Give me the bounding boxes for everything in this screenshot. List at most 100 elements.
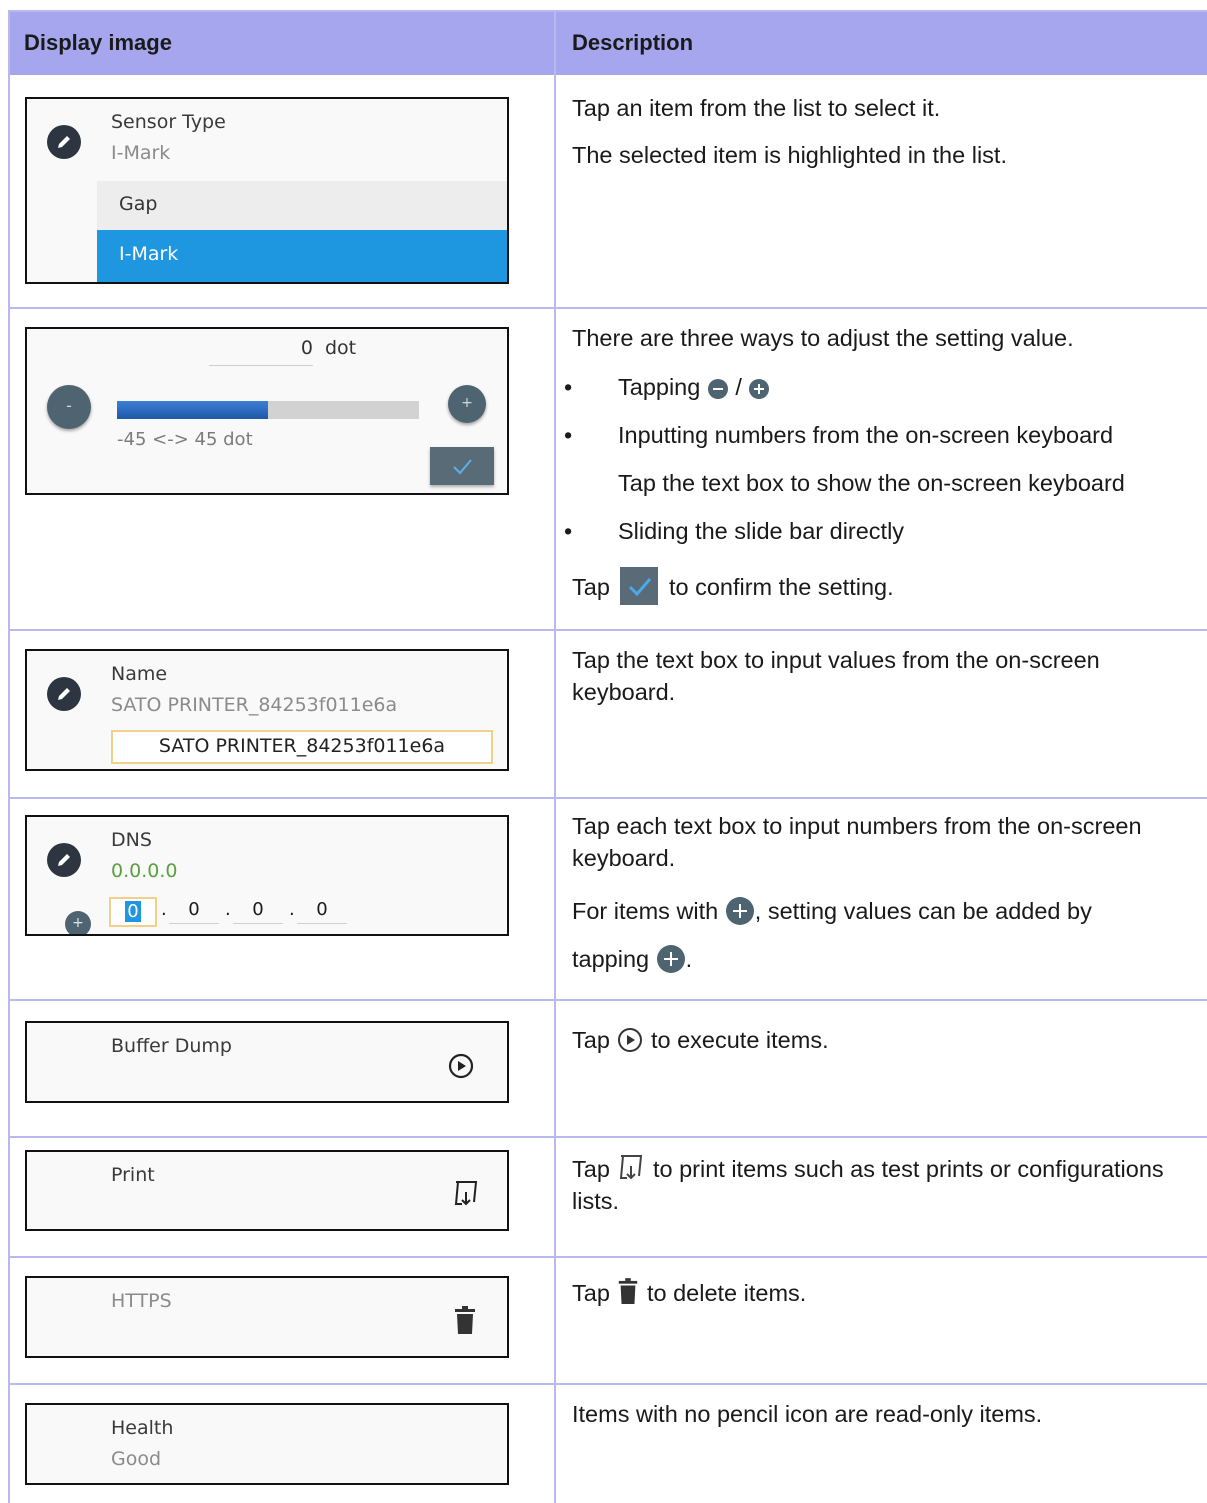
description: There are three ways to adjust the setti… <box>572 322 1202 354</box>
description: For items with , setting values can be a… <box>572 895 1202 927</box>
bullet: • <box>564 518 573 544</box>
description-text: to execute items. <box>650 1027 829 1053</box>
check-icon <box>620 566 659 605</box>
row-divider <box>8 797 1207 799</box>
description: Tap the text box to input values from th… <box>572 644 1202 708</box>
row-divider <box>8 1136 1207 1138</box>
description: Tap to execute items. <box>572 1024 1202 1056</box>
description: The selected item is highlighted in the … <box>572 139 1202 171</box>
description: Tap an item from the list to select it. <box>572 92 1202 124</box>
range-label: -45 <-> 45 dot <box>117 429 253 450</box>
bullet: • <box>564 422 573 448</box>
setting-title: Print <box>111 1164 155 1186</box>
plus-icon <box>749 378 770 399</box>
octet-value: 0 <box>125 901 141 922</box>
pencil-icon <box>47 843 81 877</box>
ip-input-screenshot: DNS 0.0.0.0 + 0 . 0 . 0 . 0 <box>25 815 509 936</box>
description-line: The selected item is highlighted in the … <box>572 142 1007 168</box>
description: Items with no pencil icon are read-only … <box>572 1398 1202 1430</box>
value-input[interactable]: 0 <box>209 337 313 366</box>
row-divider <box>8 1256 1207 1258</box>
list-option-gap[interactable]: Gap <box>97 181 507 230</box>
description: Tap each text box to input numbers from … <box>572 810 1172 874</box>
setting-value: 0.0.0.0 <box>111 860 178 882</box>
dot-separator: . <box>289 899 295 920</box>
confirm-button[interactable] <box>430 447 494 485</box>
setting-title: Sensor Type <box>111 111 226 133</box>
bullet-item: Inputting numbers from the on-screen key… <box>618 422 1114 448</box>
header-description: Description <box>572 30 694 55</box>
row-divider <box>8 629 1207 631</box>
description-line: Tap the text box to input values from th… <box>572 647 1100 705</box>
setting-value: Good <box>111 1448 162 1470</box>
plus-button[interactable]: + <box>448 385 486 423</box>
bullet-item: Sliding the slide bar directly <box>618 518 905 544</box>
separator: / <box>735 374 742 400</box>
text-input-box[interactable]: SATO PRINTER_84253f011e6a <box>111 730 493 764</box>
minus-icon: - <box>66 396 72 415</box>
play-circle-icon[interactable] <box>448 1053 474 1079</box>
grid-middle <box>554 10 556 1503</box>
plus-icon: + <box>461 395 473 411</box>
bullet: • <box>564 374 573 400</box>
pencil-icon <box>47 677 81 711</box>
description-text: Tap <box>572 574 610 600</box>
setting-title: Name <box>111 663 168 685</box>
grid-left <box>8 10 10 1503</box>
add-button[interactable]: + <box>65 911 91 934</box>
description-line: There are three ways to adjust the setti… <box>572 325 1074 351</box>
description-text: Tap <box>572 1156 610 1182</box>
row-divider <box>8 307 1207 309</box>
description-line: Tap each text box to input numbers from … <box>572 813 1142 871</box>
row-divider <box>8 1383 1207 1385</box>
octet-value: 0 <box>188 899 200 920</box>
trash-icon[interactable] <box>452 1306 478 1336</box>
bullet-subtext: Tap the text box to show the on-screen k… <box>618 470 1125 496</box>
setting-title: DNS <box>111 829 152 851</box>
octet-input-4[interactable]: 0 <box>297 897 347 924</box>
octet-input-1[interactable]: 0 <box>109 897 157 927</box>
trash-icon <box>619 1277 638 1304</box>
input-value: SATO PRINTER_84253f011e6a <box>158 735 446 757</box>
print-icon[interactable] <box>452 1178 480 1210</box>
minus-icon <box>707 378 728 399</box>
option-label: Gap <box>119 193 158 215</box>
unit-label: dot <box>325 337 357 359</box>
slider-track[interactable] <box>117 401 419 419</box>
bullet-text: Tapping <box>618 374 701 400</box>
description-line: Items with no pencil icon are read-only … <box>572 1401 1043 1427</box>
option-label: I-Mark <box>119 243 179 265</box>
print-screenshot: Print <box>25 1150 509 1231</box>
check-icon <box>453 459 472 475</box>
play-circle-icon <box>618 1027 643 1052</box>
dot-separator: . <box>225 899 231 920</box>
description: Tap to delete items. <box>572 1277 1202 1309</box>
print-icon <box>620 1154 643 1180</box>
value-text: 0 <box>300 337 313 359</box>
row-divider <box>8 999 1207 1001</box>
readonly-screenshot: Health Good <box>25 1403 509 1485</box>
pencil-icon <box>47 125 81 159</box>
description-text: to print items such as test prints or co… <box>572 1156 1164 1214</box>
dot-separator: . <box>161 899 167 920</box>
list-select-screenshot: Sensor Type I-Mark Gap I-Mark <box>25 97 509 284</box>
octet-input-2[interactable]: 0 <box>169 897 219 924</box>
minus-button[interactable]: - <box>47 385 91 429</box>
description-text: , setting values can be added by <box>754 898 1092 924</box>
bullet-item: Tapping / <box>618 371 770 403</box>
description-text: tapping <box>572 946 650 972</box>
slider-screenshot: 0 dot - + -45 <-> 45 dot <box>25 327 509 495</box>
delete-screenshot: HTTPS <box>25 1276 509 1358</box>
description-line: Tap an item from the list to select it. <box>572 95 941 121</box>
setting-title: Buffer Dump <box>111 1035 232 1057</box>
text-input-screenshot: Name SATO PRINTER_84253f011e6a SATO PRIN… <box>25 649 509 771</box>
setting-title: HTTPS <box>111 1290 172 1312</box>
setting-value: SATO PRINTER_84253f011e6a <box>111 694 398 716</box>
description-text: to confirm the setting. <box>668 574 894 600</box>
description-text: . <box>685 946 693 972</box>
execute-screenshot: Buffer Dump <box>25 1021 509 1103</box>
octet-input-3[interactable]: 0 <box>233 897 283 924</box>
grid-top <box>8 10 1207 12</box>
plus-icon <box>725 896 754 925</box>
list-option-imark-selected[interactable]: I-Mark <box>97 230 507 282</box>
